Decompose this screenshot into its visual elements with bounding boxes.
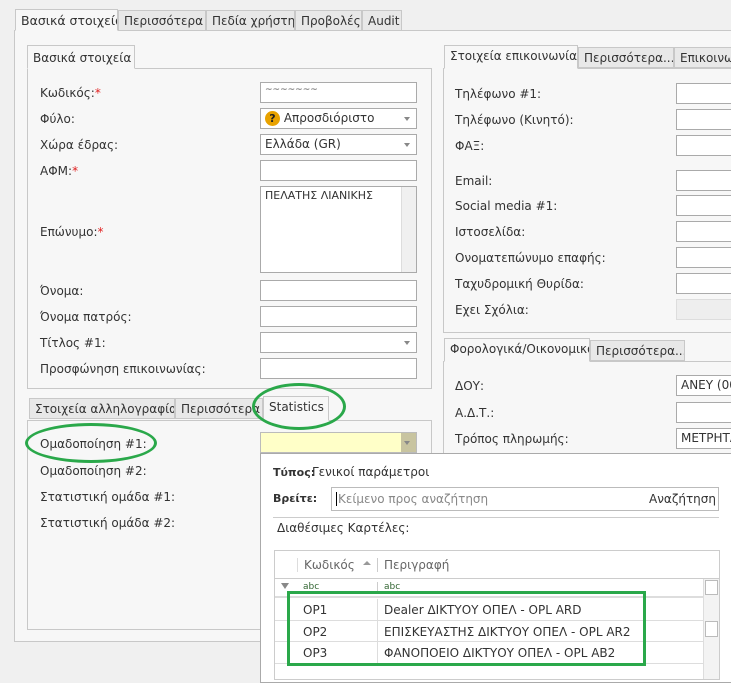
contact-input[interactable] bbox=[676, 83, 731, 104]
payment-select[interactable]: ΜΕΤΡΗΤΑ bbox=[676, 428, 731, 449]
scroll-up-button[interactable] bbox=[705, 580, 718, 595]
grouping1-combo[interactable] bbox=[260, 432, 417, 453]
name-label: Όνομα: bbox=[40, 284, 84, 298]
contact-label: Τηλέφωνο #1: bbox=[455, 87, 542, 101]
grouping2-label: Ομαδοποίηση #2: bbox=[40, 464, 147, 478]
gender-label: Φύλο: bbox=[40, 112, 75, 126]
id-card-input[interactable] bbox=[676, 402, 731, 423]
tab-audit[interactable]: Audit bbox=[362, 10, 402, 31]
column-header-description[interactable]: Περιγραφή bbox=[377, 558, 707, 572]
divider bbox=[273, 517, 719, 518]
find-label: Βρείτε: bbox=[273, 492, 318, 505]
sort-ascending-icon bbox=[363, 561, 371, 565]
surname-label: Επώνυμο:* bbox=[40, 225, 104, 239]
search-input[interactable]: Κείμενο προς αναζήτηση Αναζήτηση bbox=[331, 487, 719, 511]
contact-input[interactable] bbox=[676, 247, 731, 268]
salutation-label: Προσφώνηση επικοινωνίας: bbox=[40, 362, 206, 376]
gender-select[interactable]: ? Απροσδιόριστο bbox=[260, 108, 417, 129]
contact-input[interactable] bbox=[676, 109, 731, 130]
payment-label: Τρόπος πληρωμής: bbox=[455, 432, 569, 446]
grid-header: Κωδικός Περιγραφή bbox=[275, 551, 719, 579]
type-label: Τύπος: bbox=[273, 466, 316, 479]
salutation-input[interactable] bbox=[260, 358, 417, 379]
column-header-code[interactable]: Κωδικός bbox=[297, 558, 375, 572]
contact-label: Ιστοσελίδα: bbox=[455, 225, 526, 239]
search-button[interactable]: Αναζήτηση bbox=[649, 492, 716, 506]
code-label: Κωδικός:* bbox=[40, 86, 101, 100]
available-cards-label: Διαθέσιμες Καρτέλες: bbox=[277, 521, 410, 535]
contact-input[interactable] bbox=[676, 135, 731, 156]
contact-label: Social media #1: bbox=[455, 199, 558, 213]
country-select[interactable]: Ελλάδα (GR) bbox=[260, 134, 417, 155]
tab-user-fields[interactable]: Πεδία χρήστη bbox=[206, 10, 295, 31]
tab-correspondence[interactable]: Στοιχεία αλληλογραφίας bbox=[29, 398, 175, 419]
stat-group2-label: Στατιστική ομάδα #2: bbox=[40, 516, 176, 530]
tax-office-label: ΔΟΥ: bbox=[455, 379, 485, 393]
scroll-thumb[interactable] bbox=[705, 621, 718, 637]
title-label: Τίτλος #1: bbox=[40, 336, 106, 350]
title-select[interactable] bbox=[260, 332, 417, 353]
contact-label: Εχει Σχόλια: bbox=[455, 303, 529, 317]
code-input[interactable]: ~~~~~~~ bbox=[260, 82, 417, 103]
vat-label: ΑΦΜ:* bbox=[40, 164, 79, 178]
contact-input bbox=[676, 299, 731, 320]
tab-views[interactable]: Προβολές bbox=[295, 10, 362, 31]
surname-memo[interactable]: ΠΕΛΑΤΗΣ ΛΙΑΝΙΚΗΣ bbox=[260, 186, 417, 273]
contact-input[interactable] bbox=[676, 195, 731, 216]
name-input[interactable] bbox=[260, 280, 417, 301]
tab-lower-more[interactable]: Περισσότερα bbox=[175, 398, 263, 419]
contact-label: ΦΑΞ: bbox=[455, 139, 485, 153]
grid-scrollbar[interactable] bbox=[703, 579, 719, 679]
vat-input[interactable] bbox=[260, 160, 417, 181]
contact-label: Ονοματεπώνυμο επαφής: bbox=[455, 251, 606, 265]
contact-input[interactable] bbox=[676, 221, 731, 242]
father-name-input[interactable] bbox=[260, 306, 417, 327]
combo-dropdown-button[interactable] bbox=[401, 433, 416, 452]
contact-label: Email: bbox=[455, 174, 493, 188]
filter-icon[interactable] bbox=[281, 583, 289, 589]
basic-group-tab[interactable]: Βασικά στοιχεία bbox=[27, 45, 135, 69]
type-value: Γενικοί παράμετροι bbox=[312, 465, 430, 479]
tax-office-select[interactable]: ΑΝΕΥ (00 bbox=[676, 375, 731, 396]
tab-contact[interactable]: Στοιχεία επικοινωνίας bbox=[444, 45, 578, 69]
contact-input[interactable] bbox=[676, 170, 731, 191]
tab-fiscal-more[interactable]: Περισσότερα... bbox=[590, 340, 685, 361]
tab-communications[interactable]: Επικοινων bbox=[674, 47, 731, 68]
country-label: Χώρα έδρας: bbox=[40, 138, 119, 152]
tab-fiscal[interactable]: Φορολογικά/Οικονομικά bbox=[444, 338, 590, 362]
contact-label: Ταχυδρομική Θυρίδα: bbox=[455, 277, 584, 291]
id-card-label: Α.Δ.Τ.: bbox=[455, 406, 495, 420]
question-icon: ? bbox=[265, 111, 280, 126]
tab-basic[interactable]: Βασικά στοιχεία bbox=[15, 9, 118, 31]
highlight-op-rows bbox=[287, 591, 646, 666]
tab-more[interactable]: Περισσότερα bbox=[118, 10, 206, 31]
contact-label: Τηλέφωνο (Κινητό): bbox=[455, 113, 574, 127]
father-name-label: Όνομα πατρός: bbox=[40, 310, 132, 324]
tab-contact-more[interactable]: Περισσότερα... bbox=[578, 47, 674, 68]
memo-scrollbar[interactable] bbox=[401, 187, 416, 272]
grouping1-label: Ομαδοποίηση #1: bbox=[40, 437, 147, 451]
stat-group1-label: Στατιστική ομάδα #1: bbox=[40, 490, 176, 504]
tab-statistics[interactable]: Statistics bbox=[263, 396, 329, 421]
contact-input[interactable] bbox=[676, 273, 731, 294]
